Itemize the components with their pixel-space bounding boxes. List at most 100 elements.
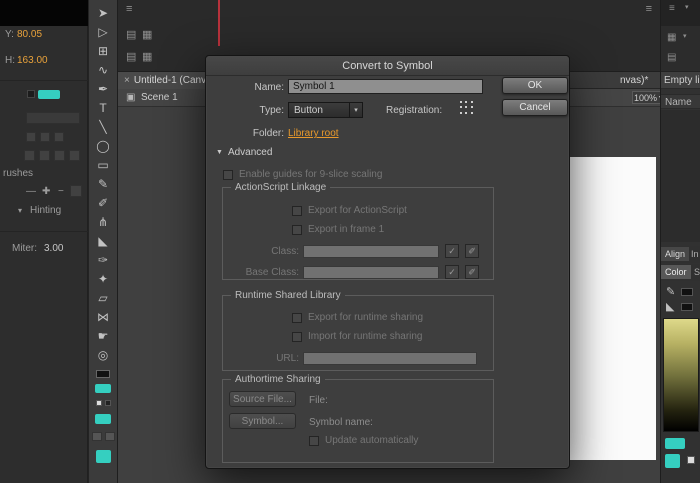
y-coordinate-value[interactable]: 80.05 — [17, 29, 42, 40]
fill-color-swatch[interactable] — [38, 90, 60, 99]
zoom-tool-icon[interactable]: ◎ — [89, 345, 117, 364]
layer-grid-icon[interactable]: ▦ — [142, 50, 152, 63]
playhead-marker[interactable] — [218, 0, 220, 46]
symbol-name-input[interactable]: Symbol 1 — [288, 79, 483, 94]
color-preview-swatch[interactable] — [665, 454, 680, 468]
width-tool-icon[interactable]: ⋈ — [89, 307, 117, 326]
oval-tool-icon[interactable]: ◯ — [89, 136, 117, 155]
stroke-color-swatch[interactable] — [96, 370, 110, 378]
tab-align[interactable]: Align — [661, 247, 689, 261]
workspace-menu-icon[interactable]: ≡ — [669, 3, 675, 14]
miter-value[interactable]: 3.00 — [44, 243, 63, 254]
add-brush-icon[interactable]: ✚ — [42, 186, 50, 197]
panel-menu-icon[interactable]: ≡ — [126, 3, 132, 15]
joint-option-button[interactable] — [24, 150, 35, 161]
tab-color[interactable]: Color — [661, 265, 691, 279]
swap-colors-icon[interactable] — [105, 400, 111, 406]
ink-bottle-tool-icon[interactable]: ✑ — [89, 250, 117, 269]
source-file-button[interactable]: Source File... — [229, 391, 296, 407]
chevron-down-icon[interactable]: ▾ — [683, 32, 687, 40]
class-input[interactable] — [303, 245, 439, 258]
free-transform-tool-icon[interactable]: ⊞ — [89, 41, 117, 60]
fill-color-swatch[interactable] — [95, 414, 111, 424]
hinting-dropdown[interactable]: Hinting — [30, 205, 61, 216]
layer-folder-icon[interactable]: ▤ — [126, 50, 136, 63]
default-colors-icon[interactable] — [96, 400, 102, 406]
update-automatically-checkbox[interactable] — [309, 436, 319, 446]
advanced-section-toggle[interactable]: ▼ Advanced — [216, 147, 272, 158]
rectangle-tool-icon[interactable]: ▭ — [89, 155, 117, 174]
joint-option-button[interactable] — [54, 150, 65, 161]
bone-tool-icon[interactable]: ⋔ — [89, 212, 117, 231]
tab-info-fragment[interactable]: In — [691, 249, 699, 259]
cancel-button[interactable]: Cancel — [502, 99, 568, 116]
stroke-option-button[interactable] — [54, 132, 64, 142]
panel-divider — [0, 231, 88, 232]
import-runtime-checkbox[interactable] — [292, 332, 302, 342]
remove-brush-icon[interactable]: − — [58, 186, 64, 197]
base-class-validate-button[interactable]: ✓ — [445, 265, 459, 279]
pencil-tool-icon[interactable]: ✎ — [89, 174, 117, 193]
export-runtime-checkbox[interactable] — [292, 313, 302, 323]
fill-color-chip[interactable] — [681, 303, 693, 311]
base-class-edit-button[interactable]: ✐ — [465, 265, 479, 279]
frame-grid-icon[interactable]: ▦ — [142, 28, 152, 41]
dock-list-icon[interactable]: ▤ — [667, 52, 676, 63]
class-edit-button[interactable]: ✐ — [465, 244, 479, 258]
fill-color-swatch[interactable] — [96, 450, 111, 463]
pen-tool-icon[interactable]: ✒ — [89, 79, 117, 98]
ok-button[interactable]: OK — [502, 77, 568, 94]
joint-option-button[interactable] — [69, 150, 80, 161]
subselection-tool-icon[interactable]: ▷ — [89, 22, 117, 41]
selection-tool-icon[interactable]: ➤ — [89, 3, 117, 22]
registration-grid[interactable] — [458, 99, 475, 116]
slice-guides-checkbox[interactable] — [223, 170, 233, 180]
library-item-list[interactable] — [661, 110, 700, 242]
alpha-swatch[interactable] — [687, 456, 695, 464]
lasso-tool-icon[interactable]: ∿ — [89, 60, 117, 79]
eraser-tool-icon[interactable]: ▱ — [89, 288, 117, 307]
url-label: URL: — [226, 353, 299, 364]
scene-breadcrumb[interactable]: Scene 1 — [141, 92, 178, 103]
tool-option-button[interactable] — [92, 432, 102, 441]
brush-tool-icon[interactable]: ✐ — [89, 193, 117, 212]
library-root-link[interactable]: Library root — [288, 128, 339, 139]
text-tool-icon[interactable]: T — [89, 98, 117, 117]
export-actionscript-checkbox[interactable] — [292, 206, 302, 216]
fill-color-bucket-icon[interactable]: ◣ — [666, 300, 674, 313]
paint-bucket-tool-icon[interactable]: ◣ — [89, 231, 117, 250]
timeline-menu-icon[interactable]: ≡ — [646, 3, 652, 15]
dock-grid-icon[interactable]: ▦ — [667, 32, 676, 43]
tab-swatches-fragment[interactable]: S — [694, 267, 700, 277]
panel-header-block — [0, 0, 88, 26]
stroke-color-pencil-icon[interactable]: ✎ — [666, 285, 675, 298]
import-runtime-row: Import for runtime sharing — [292, 331, 423, 342]
class-validate-button[interactable]: ✓ — [445, 244, 459, 258]
current-color-swatch[interactable] — [665, 438, 685, 449]
dialog-title-bar[interactable]: Convert to Symbol — [206, 56, 569, 76]
type-dropdown[interactable]: Button ▾ — [288, 102, 363, 118]
library-name-column-header[interactable]: Name — [661, 94, 700, 109]
new-folder-icon[interactable]: ▤ — [126, 28, 136, 41]
height-value[interactable]: 163.00 — [17, 55, 48, 66]
line-tool-icon[interactable]: ╲ — [89, 117, 117, 136]
tool-option-button[interactable] — [105, 432, 115, 441]
stroke-option-button[interactable] — [26, 132, 36, 142]
base-class-input[interactable] — [303, 266, 439, 279]
joint-option-button[interactable] — [39, 150, 50, 161]
brush-editor-button[interactable] — [70, 185, 82, 197]
color-picker-gradient[interactable] — [663, 318, 699, 432]
url-input[interactable] — [303, 352, 477, 365]
close-tab-icon[interactable]: × — [124, 75, 130, 86]
eyedropper-tool-icon[interactable]: ✦ — [89, 269, 117, 288]
hand-tool-icon[interactable]: ☛ — [89, 326, 117, 345]
symbol-button[interactable]: Symbol... — [229, 413, 296, 429]
fill-color-swatch[interactable] — [95, 384, 111, 393]
stroke-option-button[interactable] — [40, 132, 50, 142]
chevron-down-icon[interactable]: ▾ — [685, 3, 689, 11]
stroke-color-chip[interactable] — [681, 288, 693, 296]
right-panel-column: ≡ ▾ ▦ ▾ ▤ Empty libra Name Align In Colo… — [660, 0, 700, 483]
style-dropdown[interactable] — [26, 112, 80, 124]
export-frame1-checkbox[interactable] — [292, 225, 302, 235]
brushes-section-label: rushes — [3, 168, 33, 179]
